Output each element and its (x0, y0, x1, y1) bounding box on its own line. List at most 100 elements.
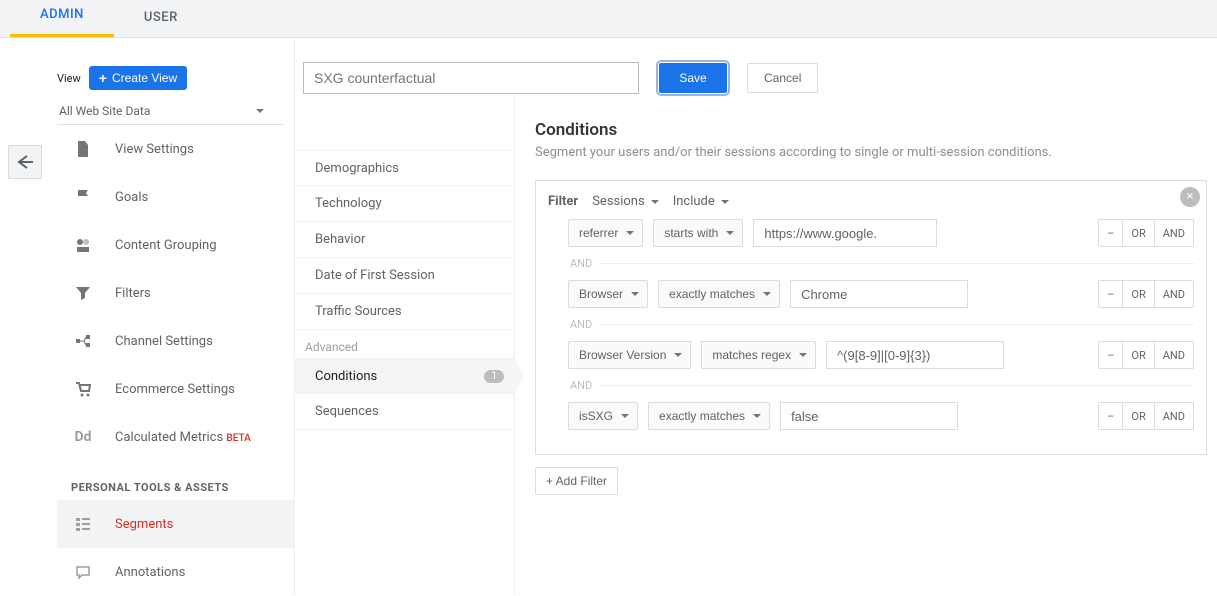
value-input[interactable] (790, 280, 968, 308)
nav-calculated-metrics[interactable]: Dd Calculated Metrics BETA (57, 413, 294, 461)
nav-view-settings[interactable]: View Settings (57, 125, 294, 173)
dimension-select[interactable]: isSXG (568, 402, 638, 430)
dimension-select[interactable]: Browser Version (568, 341, 691, 369)
cancel-button[interactable]: Cancel (747, 63, 818, 93)
remove-row[interactable]: – (1099, 342, 1123, 368)
caret-down-icon (753, 414, 761, 418)
row-logic: – OR AND (1098, 219, 1194, 247)
cat-sequences[interactable]: Sequences (295, 394, 514, 430)
operator-select[interactable]: starts with (653, 219, 743, 247)
cat-conditions[interactable]: Conditions 1 (295, 358, 514, 394)
flag-icon (73, 188, 93, 206)
segment-name-input[interactable] (303, 62, 639, 94)
comment-icon (73, 564, 93, 580)
cart-icon (73, 381, 93, 397)
conditions-subtitle: Segment your users and/or their sessions… (535, 145, 1207, 160)
view-label: View (57, 72, 81, 85)
and-toggle[interactable]: AND (1155, 220, 1193, 246)
cat-behavior[interactable]: Behavior (295, 222, 514, 258)
dataset-label: All Web Site Data (59, 104, 150, 118)
cat-conditions-label: Conditions (315, 369, 377, 384)
document-icon (73, 140, 93, 158)
caret-down-icon (631, 292, 639, 296)
tab-user[interactable]: USER (114, 0, 208, 37)
cat-technology[interactable]: Technology (295, 186, 514, 222)
conditions-title: Conditions (535, 120, 1207, 140)
caret-down-icon (763, 292, 771, 296)
channels-icon (73, 333, 93, 349)
conditions-count-badge: 1 (484, 370, 504, 383)
plus-icon: + (99, 70, 107, 86)
include-dropdown[interactable]: Include (673, 194, 729, 209)
caret-down-icon (799, 353, 807, 357)
tab-admin[interactable]: ADMIN (10, 0, 114, 37)
value-input[interactable] (753, 219, 937, 247)
nav-label: Calculated Metrics BETA (115, 430, 251, 445)
caret-down-icon (621, 414, 629, 418)
row-logic: – OR AND (1098, 280, 1194, 308)
nav-goals[interactable]: Goals (57, 173, 294, 221)
row-logic: – OR AND (1098, 402, 1194, 430)
funnel-icon (73, 285, 93, 301)
dimension-select[interactable]: referrer (568, 219, 643, 247)
operator-select[interactable]: exactly matches (658, 280, 780, 308)
add-filter-button[interactable]: + Add Filter (535, 467, 618, 495)
caret-down-icon (726, 231, 734, 235)
and-separator: AND (570, 257, 592, 270)
dd-icon: Dd (73, 429, 93, 445)
nav-label: Annotations (115, 565, 185, 580)
nav-segments[interactable]: Segments (57, 500, 294, 548)
save-button[interactable]: Save (659, 63, 727, 93)
caret-down-icon (674, 353, 682, 357)
nav-label: Filters (115, 286, 151, 301)
caret-down-icon (721, 200, 729, 204)
nav-content-grouping[interactable]: Content Grouping (57, 221, 294, 269)
segments-icon (73, 516, 93, 532)
and-toggle[interactable]: AND (1155, 403, 1193, 429)
caret-down-icon (651, 200, 659, 204)
caret-down-icon (626, 231, 634, 235)
filter-block: × Filter Sessions Include referrer start… (535, 180, 1207, 455)
dimension-select[interactable]: Browser (568, 280, 648, 308)
remove-row[interactable]: – (1099, 281, 1123, 307)
cat-traffic-sources[interactable]: Traffic Sources (295, 294, 514, 330)
create-view-button[interactable]: + Create View (89, 66, 187, 90)
or-toggle[interactable]: OR (1123, 220, 1154, 246)
or-toggle[interactable]: OR (1123, 403, 1154, 429)
arrow-left-icon (15, 154, 35, 170)
remove-row[interactable]: – (1099, 403, 1123, 429)
or-toggle[interactable]: OR (1123, 281, 1154, 307)
row-logic: – OR AND (1098, 341, 1194, 369)
cat-demographics[interactable]: Demographics (295, 150, 514, 186)
or-toggle[interactable]: OR (1123, 342, 1154, 368)
operator-select[interactable]: exactly matches (648, 402, 770, 430)
value-input[interactable] (826, 341, 1004, 369)
nav-label: Segments (115, 517, 173, 532)
filter-label: Filter (548, 194, 578, 209)
people-icon (73, 237, 93, 253)
create-view-label: Create View (112, 71, 177, 85)
and-toggle[interactable]: AND (1155, 281, 1193, 307)
caret-down-icon (256, 109, 264, 113)
operator-select[interactable]: matches regex (701, 341, 816, 369)
advanced-header: Advanced (295, 330, 514, 358)
back-button[interactable] (8, 145, 42, 179)
nav-filters[interactable]: Filters (57, 269, 294, 317)
nav-label: Channel Settings (115, 334, 213, 349)
nav-channel-settings[interactable]: Channel Settings (57, 317, 294, 365)
personal-tools-header: PERSONAL TOOLS & ASSETS (57, 461, 294, 494)
nav-label: Goals (115, 190, 148, 205)
nav-label: Ecommerce Settings (115, 382, 235, 397)
nav-ecommerce-settings[interactable]: Ecommerce Settings (57, 365, 294, 413)
value-input[interactable] (780, 402, 958, 430)
nav-label: View Settings (115, 142, 194, 157)
nav-annotations[interactable]: Annotations (57, 548, 294, 596)
dataset-select[interactable]: All Web Site Data (57, 98, 284, 125)
and-separator: AND (570, 318, 592, 331)
and-separator: AND (570, 379, 592, 392)
cat-date-first-session[interactable]: Date of First Session (295, 258, 514, 294)
remove-row[interactable]: – (1099, 220, 1123, 246)
close-filter-button[interactable]: × (1180, 187, 1200, 207)
sessions-dropdown[interactable]: Sessions (592, 194, 659, 209)
and-toggle[interactable]: AND (1155, 342, 1193, 368)
